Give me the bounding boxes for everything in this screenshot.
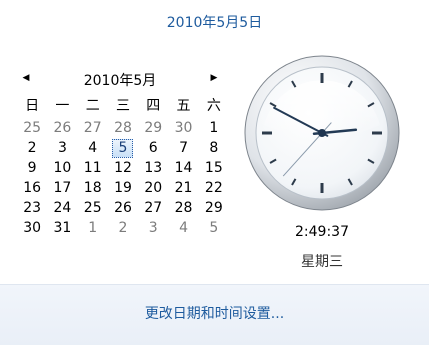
calendar-navigation: ◀ 2010年5月 ▶ [14,68,226,90]
calendar-week: 16 17 18 19 20 21 22 [17,178,229,198]
weekday-header: 三 [115,98,130,114]
calendar-day[interactable]: 23 [17,198,47,218]
calendar-day-prev-month[interactable]: 29 [138,118,168,138]
calendar-week: 25 26 27 28 29 30 1 [17,118,229,138]
calendar-day[interactable]: 16 [17,178,47,198]
calendar-day-prev-month[interactable]: 30 [168,118,198,138]
calendar-day[interactable]: 7 [168,138,198,158]
footer-bar: 更改日期和时间设置... [0,284,429,345]
weekday-header-row: 日 一 二 三 四 五 六 [17,95,229,118]
calendar-day[interactable]: 18 [78,178,108,198]
calendar-day[interactable]: 24 [47,198,77,218]
calendar-day-next-month[interactable]: 1 [78,218,108,238]
weekday-header: 五 [176,98,191,114]
calendar-day[interactable]: 30 [17,218,47,238]
weekday-header: 日 [25,98,40,114]
calendar-day-next-month[interactable]: 5 [199,218,229,238]
calendar-day[interactable]: 27 [138,198,168,218]
weekday-header: 六 [206,98,221,114]
calendar-day[interactable]: 11 [78,158,108,178]
analog-clock [244,55,400,211]
current-date-link[interactable]: 2010年5月5日 [0,12,429,32]
calendar-day-next-month[interactable]: 2 [108,218,138,238]
calendar-day[interactable]: 1 [199,118,229,138]
calendar-day[interactable]: 13 [138,158,168,178]
calendar-grid: 日 一 二 三 四 五 六 25 26 27 28 29 30 1 2 3 4 [17,95,229,238]
calendar-day[interactable]: 26 [108,198,138,218]
datetime-flyout: 2010年5月5日 ◀ 2010年5月 ▶ 日 一 二 三 四 五 六 25 2… [0,0,429,345]
calendar-day[interactable]: 10 [47,158,77,178]
right-triangle-icon[interactable]: ▶ [207,71,221,85]
calendar-day[interactable]: 19 [108,178,138,198]
calendar-day-next-month[interactable]: 4 [168,218,198,238]
selected-day-label: 5 [112,138,134,158]
calendar-day[interactable]: 8 [199,138,229,158]
calendar-day-prev-month[interactable]: 28 [108,118,138,138]
calendar-day-prev-month[interactable]: 25 [17,118,47,138]
calendar-month-label[interactable]: 2010年5月 [14,70,226,90]
calendar-week: 2 3 4 5 6 7 8 [17,138,229,158]
calendar-day[interactable]: 17 [47,178,77,198]
calendar-day-prev-month[interactable]: 27 [78,118,108,138]
change-datetime-settings-link[interactable]: 更改日期和时间设置... [0,303,429,323]
calendar-week: 30 31 1 2 3 4 5 [17,218,229,238]
weekday-label: 星期三 [301,254,343,270]
digital-time: 2:49:37 [295,224,349,240]
weekday-header: 二 [85,98,100,114]
calendar-day[interactable]: 28 [168,198,198,218]
calendar-day[interactable]: 14 [168,158,198,178]
calendar-day[interactable]: 20 [138,178,168,198]
calendar-week: 9 10 11 12 13 14 15 [17,158,229,178]
weekday-header: 四 [146,98,161,114]
calendar-day[interactable]: 12 [108,158,138,178]
calendar-day[interactable]: 9 [17,158,47,178]
calendar-day[interactable]: 21 [168,178,198,198]
calendar-day[interactable]: 4 [78,138,108,158]
calendar-day[interactable]: 3 [47,138,77,158]
calendar-day[interactable]: 15 [199,158,229,178]
clock-center-cap [318,129,326,137]
calendar-day[interactable]: 2 [17,138,47,158]
calendar-day[interactable]: 22 [199,178,229,198]
calendar-week: 23 24 25 26 27 28 29 [17,198,229,218]
calendar-day-next-month[interactable]: 3 [138,218,168,238]
calendar-day[interactable]: 31 [47,218,77,238]
calendar-day[interactable]: 29 [199,198,229,218]
calendar-day-prev-month[interactable]: 26 [47,118,77,138]
weekday-header: 一 [55,98,70,114]
calendar-day[interactable]: 6 [138,138,168,158]
calendar-day-selected[interactable]: 5 [108,138,138,158]
calendar-day[interactable]: 25 [78,198,108,218]
